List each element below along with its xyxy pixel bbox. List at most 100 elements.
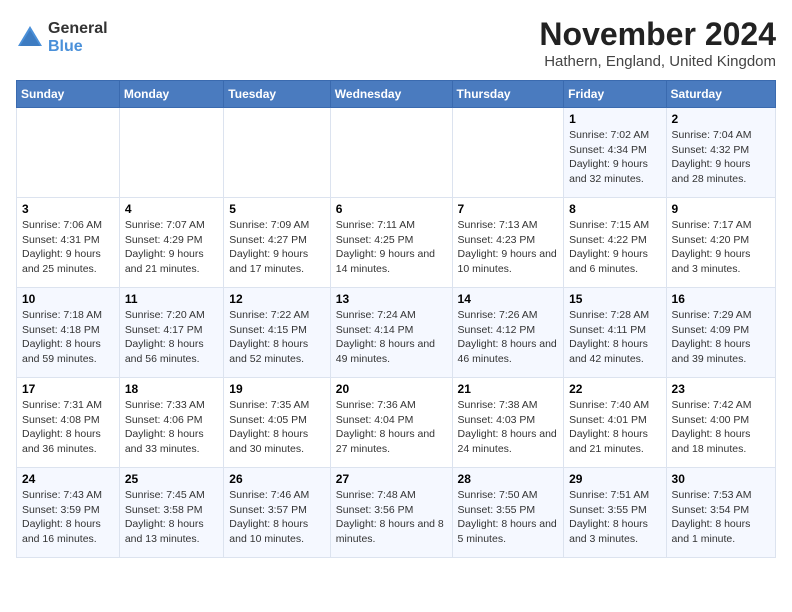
calendar-header: SundayMondayTuesdayWednesdayThursdayFrid…	[17, 81, 776, 108]
calendar-cell	[17, 108, 120, 198]
day-info: Sunrise: 7:02 AM Sunset: 4:34 PM Dayligh…	[569, 128, 660, 187]
calendar-cell: 4 Sunrise: 7:07 AM Sunset: 4:29 PM Daylig…	[119, 198, 223, 288]
week-row-1: 1 Sunrise: 7:02 AM Sunset: 4:34 PM Daylig…	[17, 108, 776, 198]
day-info: Sunrise: 7:45 AM Sunset: 3:58 PM Dayligh…	[125, 488, 218, 547]
day-info: Sunrise: 7:20 AM Sunset: 4:17 PM Dayligh…	[125, 308, 218, 367]
calendar-cell: 5Sunrise: 7:09 AM Sunset: 4:27 PM Daylig…	[224, 198, 330, 288]
day-info: Sunrise: 7:53 AM Sunset: 3:54 PM Dayligh…	[672, 488, 770, 547]
day-info: Sunrise: 7:04 AM Sunset: 4:32 PM Dayligh…	[672, 128, 770, 187]
calendar-cell: 6 Sunrise: 7:11 AM Sunset: 4:25 PM Daylig…	[330, 198, 452, 288]
week-row-2: 3 Sunrise: 7:06 AM Sunset: 4:31 PM Daylig…	[17, 198, 776, 288]
day-number: 24	[22, 472, 114, 486]
calendar-cell: 8Sunrise: 7:15 AM Sunset: 4:22 PM Daylig…	[564, 198, 666, 288]
week-row-3: 10 Sunrise: 7:18 AM Sunset: 4:18 PM Dayli…	[17, 288, 776, 378]
header-day-tuesday: Tuesday	[224, 81, 330, 108]
day-info: Sunrise: 7:40 AM Sunset: 4:01 PM Dayligh…	[569, 398, 660, 457]
day-info: Sunrise: 7:31 AM Sunset: 4:08 PM Dayligh…	[22, 398, 114, 457]
day-number: 15	[569, 292, 660, 306]
day-number: 10	[22, 292, 114, 306]
header-day-monday: Monday	[119, 81, 223, 108]
calendar-cell: 1 Sunrise: 7:02 AM Sunset: 4:34 PM Daylig…	[564, 108, 666, 198]
day-number: 27	[336, 472, 447, 486]
logo-general: General	[48, 20, 108, 38]
day-number: 29	[569, 472, 660, 486]
day-info: Sunrise: 7:07 AM Sunset: 4:29 PM Dayligh…	[125, 218, 218, 277]
calendar-cell: 25 Sunrise: 7:45 AM Sunset: 3:58 PM Dayli…	[119, 468, 223, 558]
calendar-cell: 17Sunrise: 7:31 AM Sunset: 4:08 PM Dayli…	[17, 378, 120, 468]
day-info: Sunrise: 7:28 AM Sunset: 4:11 PM Dayligh…	[569, 308, 660, 367]
calendar-cell	[119, 108, 223, 198]
day-info: Sunrise: 7:48 AM Sunset: 3:56 PM Dayligh…	[336, 488, 447, 547]
calendar-cell	[452, 108, 564, 198]
day-info: Sunrise: 7:36 AM Sunset: 4:04 PM Dayligh…	[336, 398, 447, 457]
day-number: 28	[458, 472, 559, 486]
calendar-cell: 15 Sunrise: 7:28 AM Sunset: 4:11 PM Dayli…	[564, 288, 666, 378]
header-row: SundayMondayTuesdayWednesdayThursdayFrid…	[17, 81, 776, 108]
header-day-wednesday: Wednesday	[330, 81, 452, 108]
day-number: 12	[229, 292, 324, 306]
calendar-cell: 21 Sunrise: 7:38 AM Sunset: 4:03 PM Dayli…	[452, 378, 564, 468]
day-number: 16	[672, 292, 770, 306]
day-info: Sunrise: 7:35 AM Sunset: 4:05 PM Dayligh…	[229, 398, 324, 457]
day-info: Sunrise: 7:06 AM Sunset: 4:31 PM Dayligh…	[22, 218, 114, 277]
day-info: Sunrise: 7:46 AM Sunset: 3:57 PM Dayligh…	[229, 488, 324, 547]
day-info: Sunrise: 7:18 AM Sunset: 4:18 PM Dayligh…	[22, 308, 114, 367]
day-number: 13	[336, 292, 447, 306]
day-number: 1	[569, 112, 660, 126]
calendar-cell: 2 Sunrise: 7:04 AM Sunset: 4:32 PM Daylig…	[666, 108, 775, 198]
calendar-cell: 27 Sunrise: 7:48 AM Sunset: 3:56 PM Dayli…	[330, 468, 452, 558]
calendar-cell: 19 Sunrise: 7:35 AM Sunset: 4:05 PM Dayli…	[224, 378, 330, 468]
header: General Blue November 2024 Hathern, Engl…	[16, 16, 776, 70]
calendar-cell: 13 Sunrise: 7:24 AM Sunset: 4:14 PM Dayli…	[330, 288, 452, 378]
calendar-cell: 9Sunrise: 7:17 AM Sunset: 4:20 PM Daylig…	[666, 198, 775, 288]
week-row-5: 24Sunrise: 7:43 AM Sunset: 3:59 PM Dayli…	[17, 468, 776, 558]
day-number: 30	[672, 472, 770, 486]
day-number: 3	[22, 202, 114, 216]
calendar-cell: 24Sunrise: 7:43 AM Sunset: 3:59 PM Dayli…	[17, 468, 120, 558]
header-day-friday: Friday	[564, 81, 666, 108]
logo: General Blue	[16, 20, 108, 55]
day-number: 11	[125, 292, 218, 306]
calendar-cell	[330, 108, 452, 198]
calendar-cell: 23 Sunrise: 7:42 AM Sunset: 4:00 PM Dayli…	[666, 378, 775, 468]
logo-icon	[16, 24, 44, 52]
title-block: November 2024 Hathern, England, United K…	[539, 16, 776, 70]
calendar-cell: 3 Sunrise: 7:06 AM Sunset: 4:31 PM Daylig…	[17, 198, 120, 288]
calendar-cell: 16 Sunrise: 7:29 AM Sunset: 4:09 PM Dayli…	[666, 288, 775, 378]
header-day-saturday: Saturday	[666, 81, 775, 108]
day-info: Sunrise: 7:11 AM Sunset: 4:25 PM Dayligh…	[336, 218, 447, 277]
day-info: Sunrise: 7:51 AM Sunset: 3:55 PM Dayligh…	[569, 488, 660, 547]
calendar-cell: 11 Sunrise: 7:20 AM Sunset: 4:17 PM Dayli…	[119, 288, 223, 378]
day-number: 8	[569, 202, 660, 216]
calendar-cell: 28Sunrise: 7:50 AM Sunset: 3:55 PM Dayli…	[452, 468, 564, 558]
day-number: 25	[125, 472, 218, 486]
day-info: Sunrise: 7:38 AM Sunset: 4:03 PM Dayligh…	[458, 398, 559, 457]
day-number: 23	[672, 382, 770, 396]
logo-text: General Blue	[48, 20, 108, 55]
day-number: 26	[229, 472, 324, 486]
day-info: Sunrise: 7:29 AM Sunset: 4:09 PM Dayligh…	[672, 308, 770, 367]
calendar-cell: 14 Sunrise: 7:26 AM Sunset: 4:12 PM Dayli…	[452, 288, 564, 378]
day-number: 6	[336, 202, 447, 216]
day-number: 7	[458, 202, 559, 216]
main-title: November 2024	[539, 16, 776, 53]
day-info: Sunrise: 7:26 AM Sunset: 4:12 PM Dayligh…	[458, 308, 559, 367]
header-day-sunday: Sunday	[17, 81, 120, 108]
day-info: Sunrise: 7:24 AM Sunset: 4:14 PM Dayligh…	[336, 308, 447, 367]
calendar-cell: 10 Sunrise: 7:18 AM Sunset: 4:18 PM Dayli…	[17, 288, 120, 378]
day-number: 20	[336, 382, 447, 396]
day-info: Sunrise: 7:09 AM Sunset: 4:27 PM Dayligh…	[229, 218, 324, 277]
day-number: 4	[125, 202, 218, 216]
day-info: Sunrise: 7:42 AM Sunset: 4:00 PM Dayligh…	[672, 398, 770, 457]
calendar-cell: 20 Sunrise: 7:36 AM Sunset: 4:04 PM Dayli…	[330, 378, 452, 468]
day-number: 21	[458, 382, 559, 396]
calendar-cell: 7Sunrise: 7:13 AM Sunset: 4:23 PM Daylig…	[452, 198, 564, 288]
calendar-cell: 26 Sunrise: 7:46 AM Sunset: 3:57 PM Dayli…	[224, 468, 330, 558]
day-number: 2	[672, 112, 770, 126]
day-info: Sunrise: 7:22 AM Sunset: 4:15 PM Dayligh…	[229, 308, 324, 367]
calendar-cell: 22Sunrise: 7:40 AM Sunset: 4:01 PM Dayli…	[564, 378, 666, 468]
calendar-cell	[224, 108, 330, 198]
subtitle: Hathern, England, United Kingdom	[539, 53, 776, 70]
day-number: 14	[458, 292, 559, 306]
day-number: 19	[229, 382, 324, 396]
